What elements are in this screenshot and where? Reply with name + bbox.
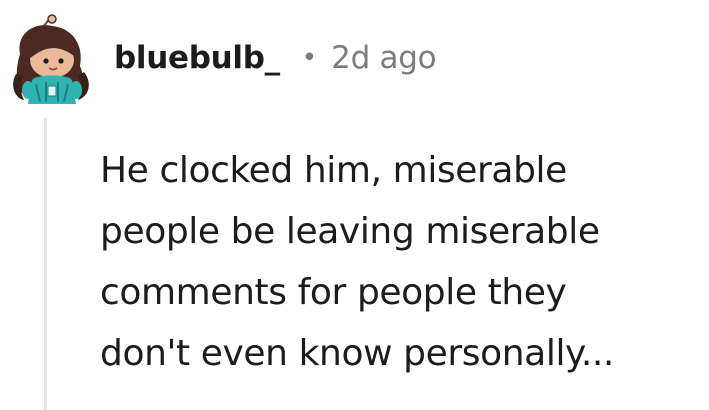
timestamp[interactable]: 2d ago [331,40,436,76]
comment-header: bluebulb_ • 2d ago [114,38,437,78]
comment-body-line: don't even know personally... [100,333,614,374]
comment-body-line: He clocked him, miserable [100,150,567,191]
thread-line[interactable] [44,118,47,410]
snoo-avatar-icon[interactable] [6,14,96,110]
separator-dot: • [301,43,318,73]
comment-body: He clocked him, miserable people be leav… [100,140,700,384]
comment: bluebulb_ • 2d ago He clocked him, miser… [0,0,709,410]
comment-body-line: comments for people they [100,272,567,313]
comment-body-line: people be leaving miserable [100,211,600,252]
username-link[interactable]: bluebulb_ [114,40,280,76]
